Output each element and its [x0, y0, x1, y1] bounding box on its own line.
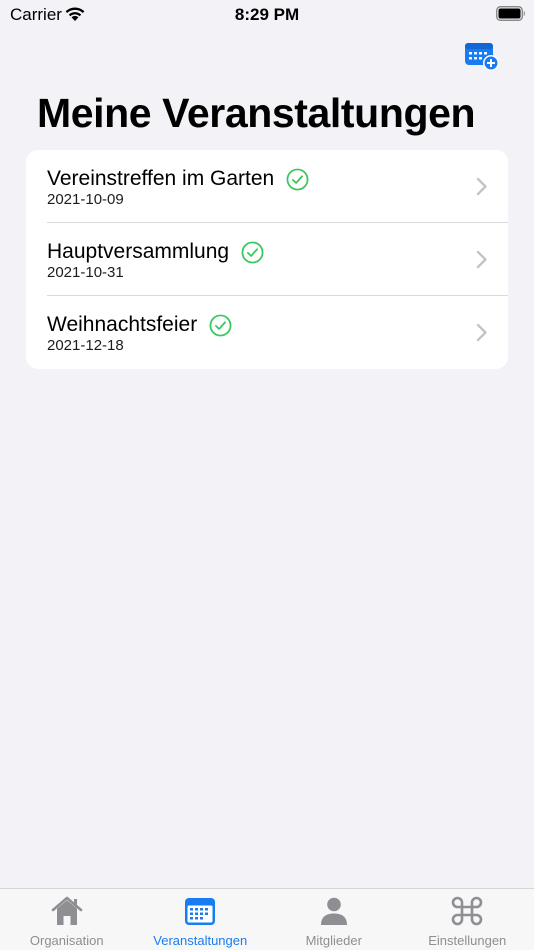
- battery-icon: [496, 6, 526, 26]
- tab-label: Einstellungen: [428, 933, 507, 948]
- checkmark-circle-icon: [241, 241, 264, 263]
- chevron-right-icon: [476, 250, 487, 269]
- chevron-right-icon: [476, 323, 487, 342]
- tab-bar: Organisation Veranstaltungen Mitglieder …: [0, 888, 534, 950]
- checkmark-circle-icon: [286, 168, 309, 190]
- chevron-right-icon: [476, 177, 487, 196]
- event-row-hauptversammlung[interactable]: Hauptversammlung 2021-10-31: [26, 223, 508, 296]
- house-icon: [51, 896, 83, 925]
- calendar-icon: [185, 898, 216, 925]
- event-row-weihnachtsfeier[interactable]: Weihnachtsfeier 2021-12-18: [26, 296, 508, 369]
- tab-veranstaltungen[interactable]: Veranstaltungen: [134, 889, 268, 950]
- tab-label: Veranstaltungen: [153, 933, 248, 948]
- tab-einstellungen[interactable]: Einstellungen: [401, 889, 534, 950]
- command-icon: [451, 896, 483, 926]
- tab-mitglieder[interactable]: Mitglieder: [267, 889, 401, 950]
- page-title: Meine Veranstaltungen: [37, 90, 476, 136]
- event-title: Hauptversammlung: [47, 240, 230, 263]
- status-time: 8:29 PM: [234, 5, 300, 24]
- add-event-button[interactable]: [464, 40, 500, 72]
- calendar-add-icon: [465, 43, 499, 71]
- event-date: 2021-12-18: [47, 337, 124, 354]
- tab-organisation[interactable]: Organisation: [0, 889, 134, 950]
- event-title: Vereinstreffen im Garten: [47, 167, 275, 190]
- app-screen: Carrier 8:29 PM Meine Veranstaltungen Ve…: [0, 0, 534, 950]
- status-bar: Carrier 8:29 PM: [0, 0, 534, 30]
- tab-label: Organisation: [29, 933, 104, 948]
- event-title: Weihnachtsfeier: [47, 313, 198, 336]
- event-list: Vereinstreffen im Garten 2021-10-09 Haup…: [26, 150, 508, 369]
- tab-label: Mitglieder: [305, 933, 362, 948]
- event-date: 2021-10-09: [47, 191, 124, 208]
- event-date: 2021-10-31: [47, 264, 124, 281]
- checkmark-circle-icon: [209, 314, 232, 336]
- person-icon: [320, 897, 347, 925]
- event-row-vereinstreffen[interactable]: Vereinstreffen im Garten 2021-10-09: [26, 150, 508, 223]
